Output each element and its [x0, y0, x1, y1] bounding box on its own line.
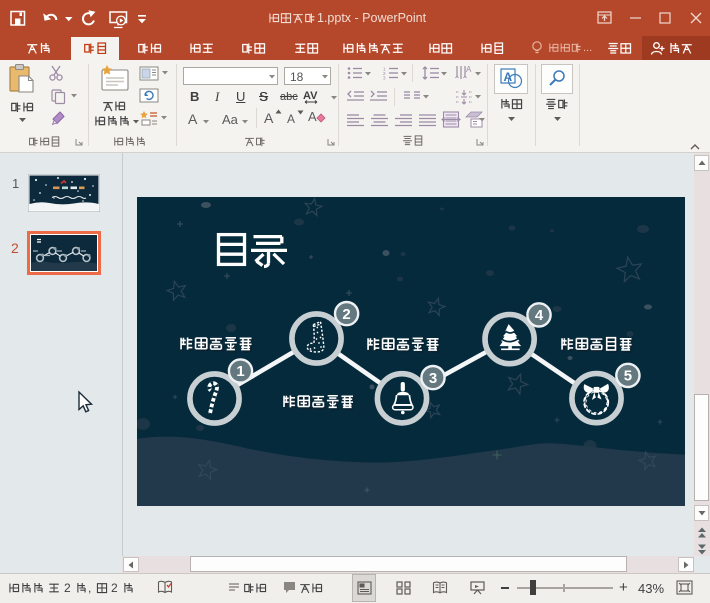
- svg-text:1: 1: [236, 363, 244, 380]
- svg-text:A: A: [466, 65, 472, 74]
- svg-text:A: A: [308, 109, 317, 124]
- svg-text:3: 3: [429, 370, 437, 387]
- svg-text:AV: AV: [303, 90, 318, 102]
- svg-text:4: 4: [535, 307, 544, 324]
- svg-text:3: 3: [383, 76, 386, 81]
- svg-text:A: A: [504, 70, 513, 84]
- svg-text:2: 2: [342, 306, 350, 323]
- svg-text:5: 5: [624, 368, 632, 385]
